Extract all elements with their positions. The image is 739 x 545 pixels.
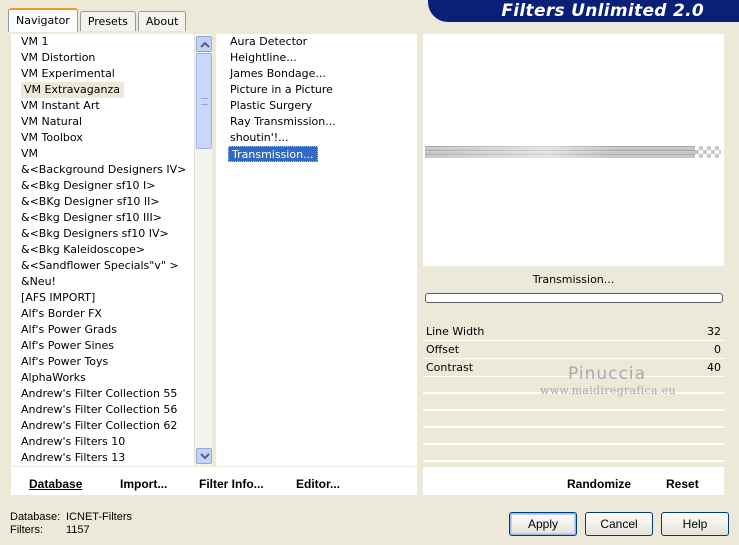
preview-area xyxy=(423,34,724,266)
editor-link[interactable]: Editor... xyxy=(296,477,340,491)
param-row-line-width[interactable]: Line Width 32 xyxy=(423,323,724,341)
grip-icon xyxy=(201,98,208,105)
category-item[interactable]: VM Toolbox xyxy=(11,130,194,146)
category-scrollbar[interactable] xyxy=(194,34,212,466)
filter-item[interactable]: Heightline... xyxy=(216,50,417,66)
category-item[interactable]: Andrew's Filters 10 xyxy=(11,434,194,450)
status-info: Database: ICNET-Filters Filters: 1157 xyxy=(10,511,132,537)
chevron-up-icon xyxy=(200,41,210,48)
category-item[interactable]: &<Bkg Designers sf10 IV> xyxy=(11,226,194,242)
apply-button[interactable]: Apply xyxy=(509,512,577,536)
category-item[interactable]: Andrew's Filter Collection 56 xyxy=(11,402,194,418)
current-filter-name: Transmission... xyxy=(532,273,615,286)
tab-bar: Navigator Presets About xyxy=(8,7,188,32)
filter-item[interactable]: shoutin'!... xyxy=(216,130,417,146)
filter-item[interactable]: Ray Transmission... xyxy=(216,114,417,130)
tab-about[interactable]: About xyxy=(137,11,187,31)
filter-item[interactable]: Transmission... xyxy=(228,146,318,162)
help-button[interactable]: Help xyxy=(661,512,729,536)
category-item[interactable]: &<Bkg Kaleidoscope> xyxy=(11,242,194,258)
preview-image xyxy=(425,146,695,158)
category-item[interactable]: VM Extravaganza xyxy=(21,82,125,98)
category-item[interactable]: Alf's Power Grads xyxy=(11,322,194,338)
category-item[interactable]: Andrew's Filter Collection 55 xyxy=(11,386,194,402)
category-item[interactable]: &<Bkg Designer sf10 III> xyxy=(11,210,194,226)
category-item[interactable]: &<Bkg Designer sf10 I> xyxy=(11,178,194,194)
category-item[interactable]: &<Background Designers IV> xyxy=(11,162,194,178)
param-row-offset[interactable]: Offset 0 xyxy=(423,341,724,359)
category-item[interactable]: [AFS IMPORT] xyxy=(11,290,194,306)
watermark-name: Pinuccia xyxy=(568,364,646,384)
param-value: 0 xyxy=(714,343,721,356)
category-item[interactable]: AlphaWorks xyxy=(11,370,194,386)
database-link[interactable]: Database xyxy=(29,477,82,491)
watermark-url: www.maidiregrafica.eu xyxy=(540,384,676,397)
category-item[interactable]: &<BKg Designer sf10 II> xyxy=(11,194,194,210)
left-action-bar: Database Import... Filter Info... Editor… xyxy=(11,467,417,495)
randomize-link[interactable]: Randomize xyxy=(567,477,631,491)
database-value: ICNET-Filters xyxy=(66,511,132,523)
category-item[interactable]: Andrew's Filters 13 xyxy=(11,450,194,466)
param-label: Line Width xyxy=(426,325,485,338)
category-item[interactable]: VM 1 xyxy=(11,34,194,50)
import-link[interactable]: Import... xyxy=(120,477,167,491)
category-item[interactable]: &<Sandflower Specials"v" > xyxy=(11,258,194,274)
param-value: 32 xyxy=(707,325,721,338)
app-header: Filters Unlimited 2.0 xyxy=(428,0,739,22)
param-label: Contrast xyxy=(426,361,474,374)
app-title: Filters Unlimited 2.0 xyxy=(501,1,704,21)
transparency-checker xyxy=(695,146,721,158)
filter-info-link[interactable]: Filter Info... xyxy=(199,477,264,491)
category-item[interactable]: VM xyxy=(11,146,194,162)
category-item[interactable]: Alf's Border FX xyxy=(11,306,194,322)
database-label: Database: xyxy=(10,511,61,523)
filter-item[interactable]: Plastic Surgery xyxy=(216,98,417,114)
filters-label: Filters: xyxy=(10,524,43,536)
cancel-button[interactable]: Cancel xyxy=(585,512,653,536)
scroll-thumb[interactable] xyxy=(196,53,212,149)
category-item[interactable]: &Neu! xyxy=(11,274,194,290)
reset-link[interactable]: Reset xyxy=(666,477,699,491)
tab-navigator[interactable]: Navigator xyxy=(8,8,78,32)
category-item[interactable]: VM Distortion xyxy=(11,50,194,66)
category-item[interactable]: VM Experimental xyxy=(11,66,194,82)
right-action-bar: Randomize Reset xyxy=(423,467,724,495)
category-item[interactable]: Andrew's Filter Collection 62 xyxy=(11,418,194,434)
tab-presets[interactable]: Presets xyxy=(79,11,136,31)
filter-item[interactable]: Aura Detector xyxy=(216,34,417,50)
category-item[interactable]: VM Instant Art xyxy=(11,98,194,114)
param-value: 40 xyxy=(707,361,721,374)
category-item[interactable]: Alf's Power Toys xyxy=(11,354,194,370)
progress-bar xyxy=(425,293,723,303)
filters-count: 1157 xyxy=(66,524,90,536)
filter-list[interactable]: Aura Detector Heightline... James Bondage.… xyxy=(216,34,417,466)
chevron-down-icon xyxy=(200,453,210,460)
param-label: Offset xyxy=(426,343,460,356)
category-item[interactable]: VM Natural xyxy=(11,114,194,130)
filter-item[interactable]: James Bondage... xyxy=(216,66,417,82)
category-list[interactable]: VM 1 VM Distortion VM Experimental VM Extra… xyxy=(11,34,194,466)
scroll-up-button[interactable] xyxy=(196,36,212,52)
filter-item[interactable]: Picture in a Picture xyxy=(216,82,417,98)
category-item[interactable]: Alf's Power Sines xyxy=(11,338,194,354)
scroll-down-button[interactable] xyxy=(196,448,212,464)
